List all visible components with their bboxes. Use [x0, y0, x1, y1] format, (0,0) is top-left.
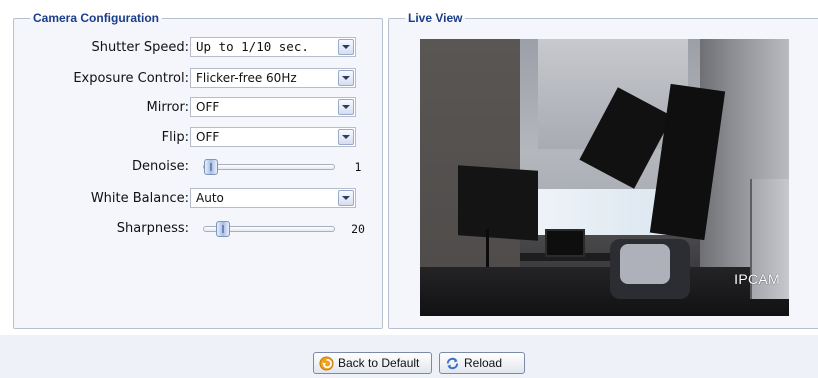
mirror-row: Mirror: OFF	[13, 97, 373, 119]
flip-select[interactable]: OFF	[190, 127, 356, 147]
exposure-control-row: Exposure Control: Flicker-free 60Hz	[13, 68, 373, 90]
exposure-control-label: Exposure Control:	[73, 71, 189, 86]
dropdown-arrow-icon[interactable]	[338, 99, 354, 115]
denoise-label: Denoise:	[132, 159, 189, 174]
denoise-value: 1	[354, 160, 362, 174]
back-to-default-button[interactable]: Back to Default	[313, 352, 432, 374]
camera-configuration-title: Camera Configuration	[33, 11, 160, 25]
denoise-row: Denoise: 1	[13, 156, 373, 178]
live-view-title: Live View	[408, 11, 463, 25]
white-balance-select[interactable]: Auto	[190, 188, 356, 208]
dropdown-arrow-icon[interactable]	[338, 190, 354, 206]
shutter-speed-value: Up to 1/10 sec.	[196, 39, 309, 54]
dropdown-arrow-icon[interactable]	[338, 39, 354, 55]
white-balance-label: White Balance:	[90, 191, 189, 206]
shutter-speed-select[interactable]: Up to 1/10 sec.	[190, 37, 356, 57]
mirror-select[interactable]: OFF	[190, 97, 356, 117]
reload-label: Reload	[464, 356, 503, 370]
refresh-icon	[444, 355, 460, 371]
back-to-default-label: Back to Default	[338, 356, 420, 370]
flip-row: Flip: OFF	[13, 127, 373, 149]
dropdown-arrow-icon[interactable]	[338, 129, 354, 145]
mirror-value: OFF	[196, 100, 220, 114]
camera-watermark: IPCAM	[734, 271, 780, 287]
flip-label: Flip:	[161, 130, 189, 145]
denoise-slider-track[interactable]	[203, 164, 335, 170]
white-balance-row: White Balance: Auto	[13, 188, 373, 210]
shutter-speed-label: Shutter Speed:	[91, 40, 189, 55]
live-video-feed: IPCAM	[420, 39, 789, 316]
sharpness-row: Sharpness: 20	[13, 218, 373, 240]
denoise-slider-thumb[interactable]	[204, 159, 218, 175]
flip-value: OFF	[196, 130, 220, 144]
reload-button[interactable]: Reload	[439, 352, 525, 374]
sharpness-label: Sharpness:	[116, 221, 189, 236]
mirror-label: Mirror:	[146, 100, 189, 115]
dropdown-arrow-icon[interactable]	[338, 70, 354, 86]
sharpness-value: 20	[351, 222, 365, 236]
exposure-control-select[interactable]: Flicker-free 60Hz	[190, 68, 356, 88]
sharpness-slider-thumb[interactable]	[216, 221, 230, 237]
undo-arrow-icon	[318, 355, 334, 371]
white-balance-value: Auto	[196, 191, 224, 205]
shutter-speed-row: Shutter Speed: Up to 1/10 sec.	[13, 37, 373, 59]
exposure-control-value: Flicker-free 60Hz	[196, 71, 297, 85]
